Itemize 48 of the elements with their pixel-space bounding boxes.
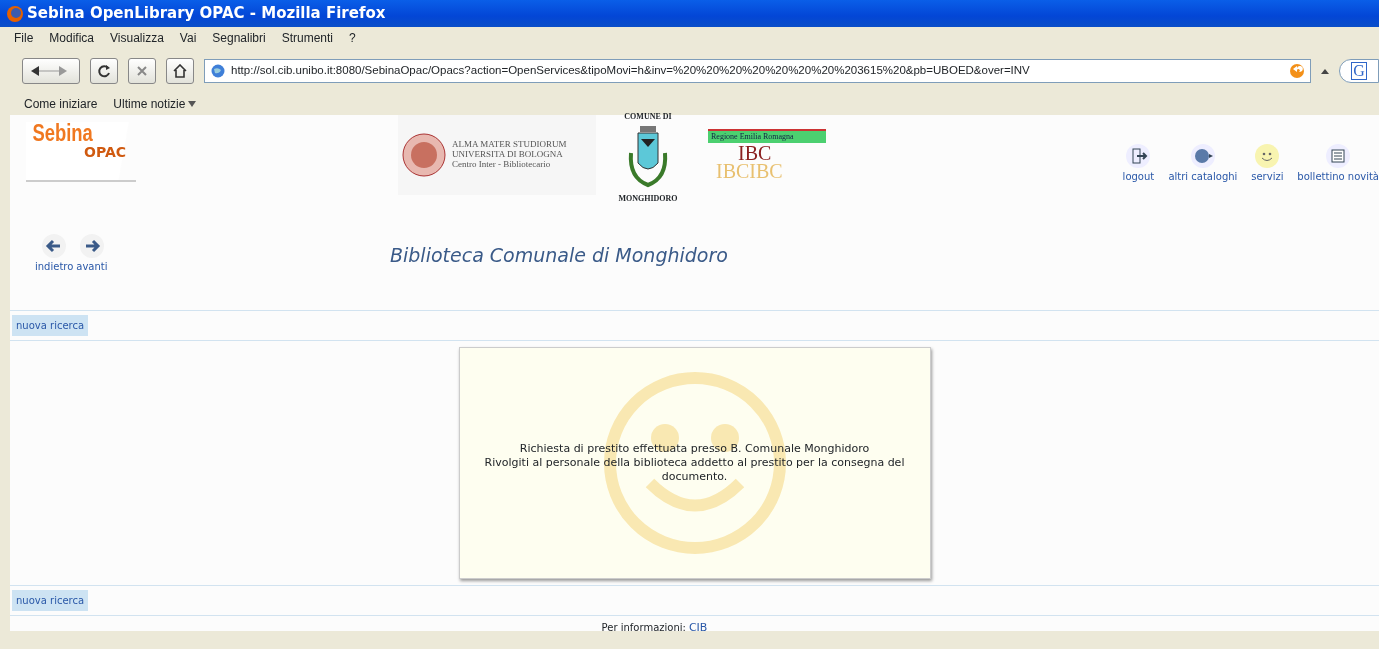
dropdown-caret-icon (188, 101, 197, 107)
footer-label: Per informazioni: (601, 621, 686, 635)
sebina-logo: Sebina OPAC (26, 122, 136, 182)
news-icon (1325, 143, 1352, 169)
message-text: Richiesta di prestito effettuata presso B. Comunale Monghidoro Rivolgiti al personale della biblioteca addetto al prestito per la consegna del documento. (483, 441, 906, 485)
smiley-icon (1254, 143, 1281, 169)
menu-item[interactable]: Modifica (49, 29, 95, 47)
window-title: Sebina OpenLibrary OPAC - Mozilla Firefox (27, 3, 386, 25)
seal-icon (402, 133, 446, 177)
menu-item[interactable]: Visualizza (110, 29, 164, 47)
tool-link[interactable]: altri cataloghi (1168, 143, 1238, 184)
stop-button[interactable] (128, 58, 156, 84)
menu-item[interactable]: ? (349, 29, 356, 47)
search-engine-button[interactable]: G (1339, 59, 1379, 83)
new-search-link[interactable]: nuova ricerca (12, 590, 89, 611)
tool-link[interactable]: logout (1111, 143, 1166, 184)
reload-icon (97, 64, 111, 78)
library-title: Biblioteca Comunale di Monghidoro (390, 243, 728, 268)
menu-item[interactable]: Vai (179, 29, 197, 47)
home-icon (173, 64, 187, 78)
tool-link[interactable]: bollettino novità (1297, 143, 1379, 184)
globe-icon (211, 64, 225, 78)
tool-link[interactable]: servizi (1240, 143, 1295, 184)
bookmark-folder[interactable]: Ultime notizie (113, 95, 197, 113)
caret-up-icon (1321, 68, 1329, 74)
search-engine-letter: G (1351, 62, 1367, 80)
globe-icon (1189, 143, 1216, 169)
menu-item[interactable]: Segnalibri (212, 29, 266, 47)
address-field[interactable]: http://sol.cib.unibo.it:8080/SebinaOpac/Opacs?action=OpenServices&tipoMovi=h&inv=%20%20%20%20%20%20%20%203615%20&pb=UBOED&over=INV (204, 59, 1311, 83)
reload-button[interactable] (90, 58, 118, 84)
close-icon (135, 64, 149, 78)
nav-link[interactable]: indietro (35, 233, 74, 310)
back-forward-icon (29, 65, 69, 77)
back-forward-button[interactable] (22, 58, 80, 84)
region-logo: Regione Emilia Romagna IBC IBCIBC (708, 129, 826, 189)
menu-item[interactable]: File (14, 29, 34, 47)
firefox-icon (6, 4, 24, 23)
university-logo: ALMA MATER STUDIORUM UNIVERSITA DI BOLOGNA Centro Inter - Bibliotecario (398, 115, 596, 195)
address-text: http://sol.cib.unibo.it:8080/SebinaOpac/Opacs?action=OpenServices&tipoMovi=h&inv=%20%20%20%20%20%20%20%203615%20&pb=UBOED&over=INV (231, 63, 1031, 79)
nav-link[interactable]: avanti (76, 233, 108, 310)
new-search-link[interactable]: nuova ricerca (12, 315, 89, 336)
home-button[interactable] (166, 58, 194, 84)
bookmark-link[interactable]: Come iniziare (24, 95, 98, 113)
comune-logo: COMUNE DI MONGHIDORO (617, 111, 679, 205)
menu-item[interactable]: Strumenti (281, 29, 334, 47)
go-icon (1290, 64, 1304, 78)
logout-icon (1125, 143, 1152, 169)
cib-link[interactable]: CIB (688, 620, 708, 637)
